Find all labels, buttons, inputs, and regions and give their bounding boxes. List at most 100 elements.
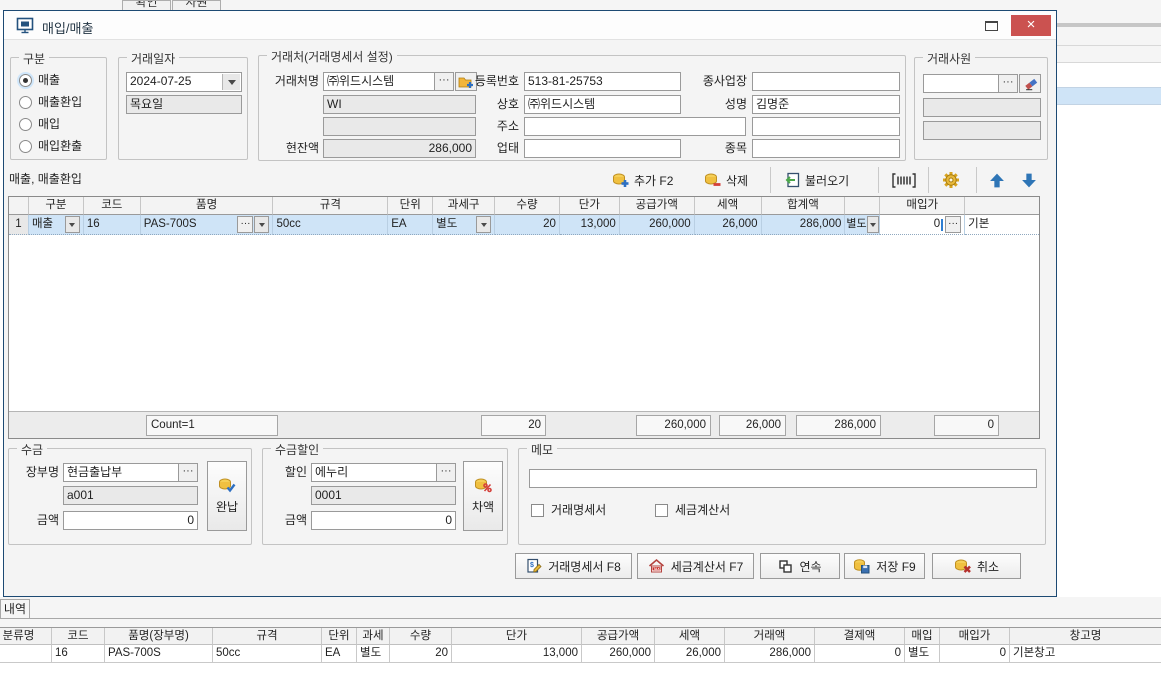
grid-header-cell[interactable]: 매입가 xyxy=(880,197,965,215)
memo-input[interactable] xyxy=(529,469,1037,488)
partner-lookup-button[interactable]: ··· xyxy=(434,72,454,91)
staff-clear-button[interactable] xyxy=(1019,74,1041,93)
radio-sales[interactable] xyxy=(19,74,32,87)
grid-header-cell[interactable]: 세액 xyxy=(695,197,762,215)
grid-header-cell[interactable]: 구분 xyxy=(29,197,84,215)
load-button[interactable]: 불러오기 xyxy=(780,167,853,193)
book-name-input[interactable]: 현금출납부 xyxy=(63,463,179,482)
collect-amount-input[interactable]: 0 xyxy=(63,511,198,530)
grid-header-cell[interactable]: 과세구 xyxy=(433,197,495,215)
chevron-down-icon[interactable] xyxy=(867,216,879,233)
tab-detail[interactable]: 내역 xyxy=(0,599,30,618)
vat-cell[interactable]: 26,000 xyxy=(695,215,762,235)
staff-input[interactable] xyxy=(923,74,999,93)
checkbox-label[interactable]: 세금계산서 xyxy=(675,501,730,520)
cancel-button[interactable]: 취소 xyxy=(932,553,1021,579)
radio-label[interactable]: 매출환입 xyxy=(38,93,82,112)
discount-input[interactable]: 에누리 xyxy=(311,463,437,482)
dialog-titlebar[interactable]: 매입/매출 × xyxy=(4,11,1056,40)
bgrid-cell[interactable] xyxy=(0,645,52,663)
grid-header-cell[interactable]: 단가 xyxy=(560,197,620,215)
staff-lookup-button[interactable]: ··· xyxy=(998,74,1018,93)
spec-cell[interactable]: 50cc xyxy=(273,215,388,235)
bgrid-cell[interactable]: 0 xyxy=(815,645,905,663)
grid-data-row[interactable]: 1 매출 16 PAS-700S ··· 50cc EA 별도 20 13,00… xyxy=(9,215,1039,235)
qty-cell[interactable]: 20 xyxy=(495,215,560,235)
bgrid-cell[interactable]: EA xyxy=(322,645,357,663)
bgrid-cell[interactable]: PAS-700S xyxy=(105,645,213,663)
radio-label[interactable]: 매입 xyxy=(38,115,60,134)
checkbox-tax-invoice[interactable] xyxy=(655,504,668,517)
paid-in-full-button[interactable]: 완납 xyxy=(207,461,247,531)
bgrid-cell[interactable]: 26,000 xyxy=(655,645,725,663)
warehouse-cell[interactable]: 기본 xyxy=(965,215,1039,235)
close-button[interactable]: × xyxy=(1011,15,1051,36)
grid-header-cell[interactable]: 단위 xyxy=(388,197,433,215)
bgrid-cell[interactable]: 16 xyxy=(52,645,105,663)
bgrid-cell[interactable]: 별도 xyxy=(905,645,940,663)
checkbox-statement[interactable] xyxy=(531,504,544,517)
grid-header-cell[interactable]: 규격 xyxy=(273,197,388,215)
gubun-cell[interactable]: 매출 xyxy=(29,215,84,235)
discount-amount-input[interactable]: 0 xyxy=(311,511,456,530)
background-tab-2[interactable]: 자원 xyxy=(172,0,221,10)
bottom-grid-data-row[interactable]: 16 PAS-700S 50cc EA 별도 20 13,000 260,000… xyxy=(0,645,1161,663)
background-selected-row[interactable] xyxy=(1057,87,1161,105)
branch-input[interactable] xyxy=(752,72,900,91)
chevron-down-icon[interactable] xyxy=(254,216,269,233)
bgrid-cell[interactable]: 기본창고 xyxy=(1010,645,1161,663)
total-cell[interactable]: 286,000 xyxy=(762,215,846,235)
grid-header-cell[interactable] xyxy=(845,197,880,215)
chevron-down-icon[interactable] xyxy=(65,216,80,233)
settings-button[interactable] xyxy=(938,167,964,193)
chevron-down-icon[interactable] xyxy=(222,74,240,90)
statement-f8-button[interactable]: $ 거래명세서 F8 xyxy=(515,553,632,579)
barcode-button[interactable] xyxy=(888,167,920,193)
move-up-button[interactable] xyxy=(984,167,1010,193)
grid-header-cell[interactable] xyxy=(965,197,1039,215)
background-tab-1[interactable]: 확인 xyxy=(122,0,171,10)
address2-input[interactable] xyxy=(752,117,900,136)
code-cell[interactable]: 16 xyxy=(84,215,141,235)
buy-price-cell[interactable]: 0 ··· xyxy=(880,215,965,235)
checkbox-label[interactable]: 거래명세서 xyxy=(551,501,606,520)
add-row-button[interactable]: 추가 F2 xyxy=(608,167,677,193)
bgrid-cell[interactable]: 20 xyxy=(390,645,452,663)
delete-row-button[interactable]: 삭제 xyxy=(700,167,752,193)
radio-purchase[interactable] xyxy=(19,118,32,131)
tax-invoice-f7-button[interactable]: TAX 세금계산서 F7 xyxy=(637,553,754,579)
reg-no-input[interactable]: 513-81-25753 xyxy=(524,72,681,91)
grid-header-cell[interactable]: 합계액 xyxy=(762,197,846,215)
ceo-name-input[interactable]: 김명준 xyxy=(752,95,900,114)
grid-header-cell[interactable]: 코드 xyxy=(84,197,141,215)
buy-price-lookup-button[interactable]: ··· xyxy=(945,216,961,233)
item-lookup-button[interactable]: ··· xyxy=(237,216,253,233)
price-cell[interactable]: 13,000 xyxy=(560,215,620,235)
difference-button[interactable]: 차액 xyxy=(463,461,503,531)
grid-header-cell[interactable]: 수량 xyxy=(495,197,560,215)
bgrid-cell[interactable]: 0 xyxy=(940,645,1010,663)
bgrid-cell[interactable]: 50cc xyxy=(213,645,322,663)
radio-label[interactable]: 매입환출 xyxy=(38,137,82,156)
buy-tax-cell[interactable]: 별도 xyxy=(845,215,880,235)
item-name-cell[interactable]: PAS-700S ··· xyxy=(141,215,274,235)
address-input[interactable] xyxy=(524,117,746,136)
move-down-button[interactable] xyxy=(1016,167,1042,193)
discount-lookup-button[interactable]: ··· xyxy=(436,463,456,482)
tax-type-cell[interactable]: 별도 xyxy=(433,215,495,235)
grid-header-cell[interactable]: 품명 xyxy=(141,197,274,215)
unit-cell[interactable]: EA xyxy=(388,215,433,235)
continuous-button[interactable]: 연속 xyxy=(760,553,840,579)
radio-purchase-return[interactable] xyxy=(19,140,32,153)
supply-cell[interactable]: 260,000 xyxy=(620,215,695,235)
grid-header-cell[interactable]: 공급가액 xyxy=(620,197,695,215)
radio-label[interactable]: 매출 xyxy=(38,71,60,90)
bgrid-cell[interactable]: 260,000 xyxy=(582,645,655,663)
save-f9-button[interactable]: 저장 F9 xyxy=(844,553,925,579)
chevron-down-icon[interactable] xyxy=(476,216,491,233)
partner-name-input[interactable]: ㈜위드시스템 xyxy=(323,72,435,91)
radio-sales-return[interactable] xyxy=(19,96,32,109)
biztype-input[interactable] xyxy=(524,139,681,158)
bizitem-input[interactable] xyxy=(752,139,900,158)
bgrid-cell[interactable]: 286,000 xyxy=(725,645,815,663)
